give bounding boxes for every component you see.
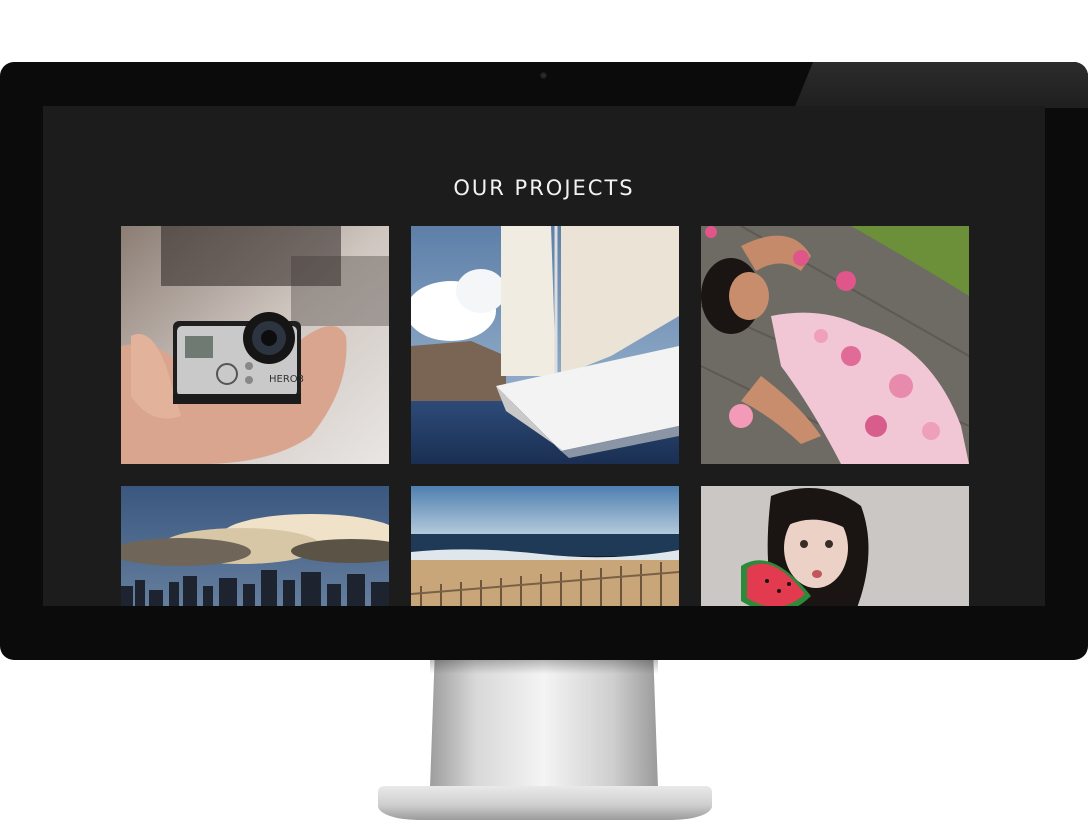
project-image-floral-dress [701, 226, 969, 464]
webcam-icon [540, 72, 547, 79]
project-image-skyline [121, 486, 389, 606]
project-image-watermelon [701, 486, 969, 606]
projects-grid: HERO3 [121, 226, 969, 606]
bezel-glare [794, 62, 1088, 108]
project-image-camera: HERO3 [121, 226, 389, 464]
stand-shadow [430, 660, 658, 674]
project-image-sailboat [411, 226, 679, 464]
project-tile-skyline[interactable] [121, 486, 389, 606]
website-screen: OUR PROJECTS HERO3 [43, 106, 1045, 606]
project-image-beach [411, 486, 679, 606]
monitor-frame: OUR PROJECTS HERO3 [0, 62, 1088, 660]
camera-label: HERO3 [269, 374, 304, 385]
project-tile-beach[interactable] [411, 486, 679, 606]
project-tile-watermelon[interactable] [701, 486, 969, 606]
project-tile-camera[interactable]: HERO3 [121, 226, 389, 464]
monitor-stand [430, 660, 658, 788]
project-tile-sailboat[interactable] [411, 226, 679, 464]
monitor-base [378, 786, 712, 820]
section-title: OUR PROJECTS [453, 176, 635, 200]
project-tile-floral-dress[interactable] [701, 226, 969, 464]
